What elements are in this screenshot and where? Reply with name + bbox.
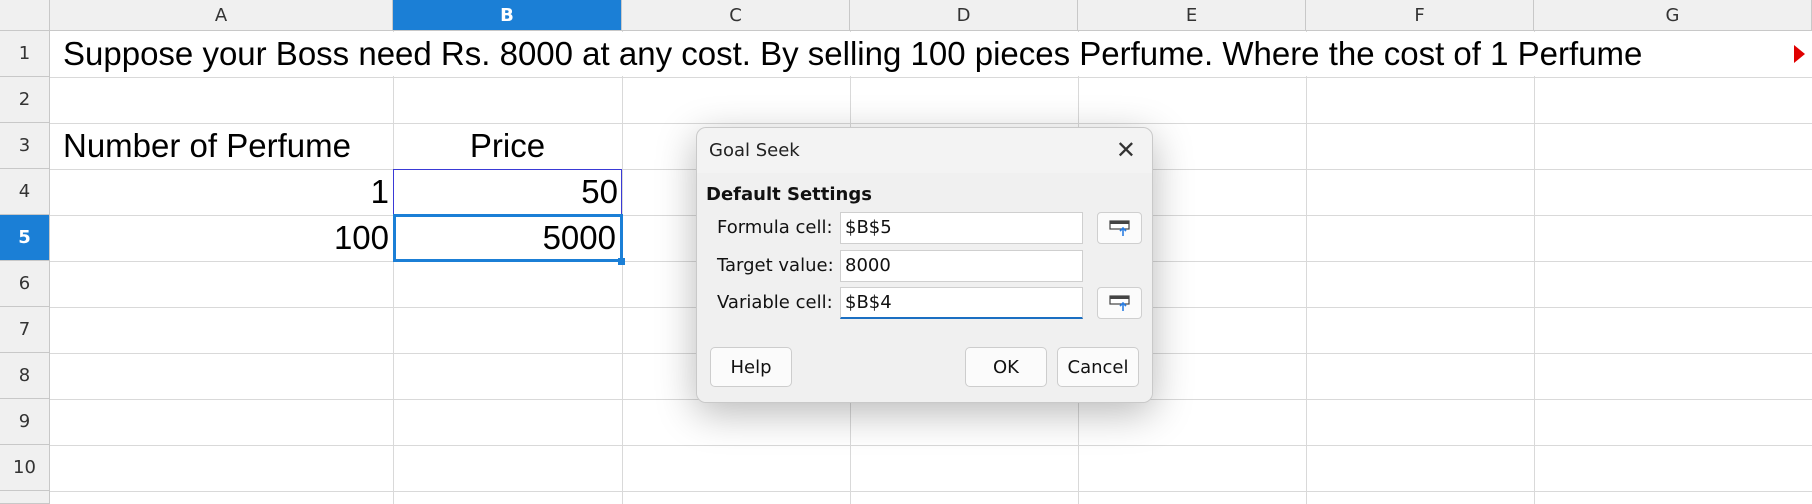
cell-a4[interactable]: 1 [50, 170, 393, 214]
variable-cell-label: Variable cell: [717, 292, 833, 313]
dialog-title: Goal Seek [709, 140, 800, 161]
cancel-button[interactable]: Cancel [1057, 347, 1139, 387]
shrink-icon [1108, 295, 1130, 311]
cell-a1[interactable]: Suppose your Boss need Rs. 8000 at any c… [50, 32, 1786, 76]
gridline [1306, 31, 1307, 504]
cell-cursor [393, 214, 623, 262]
goal-seek-dialog: Goal Seek ✕ Default Settings Formula cel… [696, 127, 1153, 403]
column-header-g[interactable]: G [1534, 0, 1812, 31]
column-header-f[interactable]: F [1306, 0, 1534, 31]
cell-a5[interactable]: 100 [50, 216, 393, 260]
column-header-a[interactable]: A [50, 0, 393, 31]
row-header-9[interactable]: 9 [0, 399, 50, 445]
gridline [393, 31, 394, 504]
row-header-3[interactable]: 3 [0, 123, 50, 169]
ok-button[interactable]: OK [965, 347, 1047, 387]
row-header-11[interactable] [0, 491, 50, 504]
gridline [50, 77, 1812, 78]
column-header-b[interactable]: B [393, 0, 622, 31]
row-header-2[interactable]: 2 [0, 77, 50, 123]
row-header-4[interactable]: 4 [0, 169, 50, 215]
row-header-8[interactable]: 8 [0, 353, 50, 399]
column-header-e[interactable]: E [1078, 0, 1306, 31]
text-overflow-indicator [1794, 45, 1805, 63]
target-value-input[interactable]: 8000 [840, 250, 1083, 282]
gridline [1534, 31, 1535, 504]
row-header-6[interactable]: 6 [0, 261, 50, 307]
fill-handle[interactable] [618, 258, 625, 265]
dialog-body: Default Settings Formula cell: $B$5 Targ… [697, 173, 1152, 402]
cell-a3[interactable]: Number of Perfume [50, 124, 393, 168]
row-header-10[interactable]: 10 [0, 445, 50, 491]
row-header-1[interactable]: 1 [0, 31, 50, 77]
column-header-d[interactable]: D [850, 0, 1078, 31]
help-button[interactable]: Help [710, 347, 792, 387]
row-header-7[interactable]: 7 [0, 307, 50, 353]
close-icon[interactable]: ✕ [1116, 136, 1136, 164]
cell-b3[interactable]: Price [393, 124, 622, 168]
section-heading: Default Settings [706, 184, 872, 205]
formula-cell-label: Formula cell: [717, 217, 833, 238]
gridline [50, 491, 1812, 492]
row-header-5[interactable]: 5 [0, 215, 50, 261]
gridline [50, 445, 1812, 446]
gridline [622, 31, 623, 504]
variable-cell-input[interactable]: $B$4 [840, 287, 1083, 319]
cell-b4[interactable]: 50 [393, 170, 622, 214]
select-all-corner[interactable] [0, 0, 50, 31]
variable-cell-shrink-button[interactable] [1097, 287, 1142, 319]
target-value-label: Target value: [717, 255, 834, 276]
column-header-c[interactable]: C [622, 0, 850, 31]
formula-cell-shrink-button[interactable] [1097, 212, 1142, 244]
formula-cell-input[interactable]: $B$5 [840, 212, 1083, 244]
shrink-icon [1108, 220, 1130, 236]
